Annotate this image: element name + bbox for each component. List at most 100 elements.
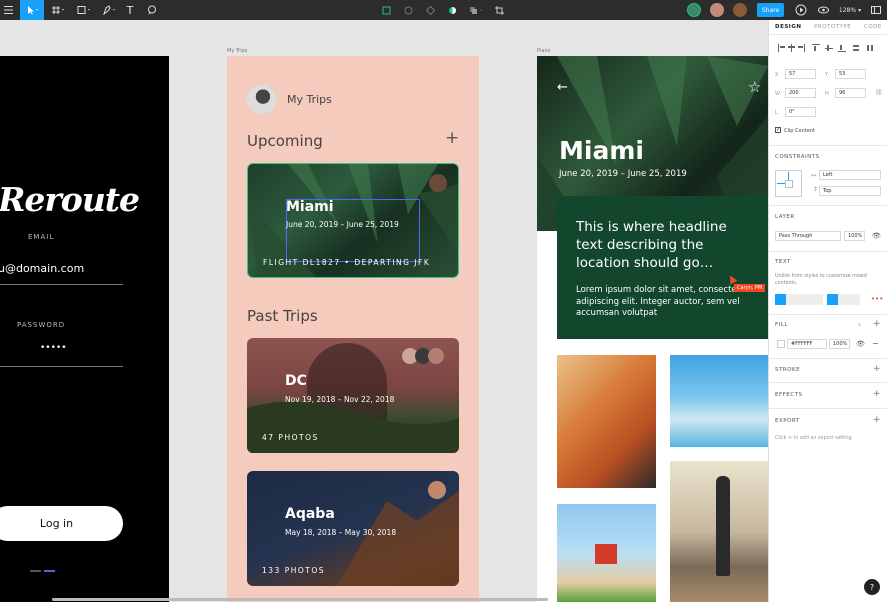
clip-content-checkbox[interactable]: ✓ bbox=[775, 127, 781, 133]
constrain-proportions-icon[interactable]: ⛓ bbox=[875, 89, 883, 96]
move-tool-icon[interactable] bbox=[20, 0, 44, 20]
login-frame[interactable]: Reroute EMAIL u@domain.com PASSWORD ••••… bbox=[0, 56, 169, 602]
text-align-left-icon[interactable] bbox=[775, 294, 786, 305]
horizontal-constraint-select[interactable]: Left bbox=[819, 170, 881, 180]
collaborator-avatar-3[interactable] bbox=[733, 3, 747, 17]
vertical-align-top-icon[interactable] bbox=[827, 294, 838, 305]
blend-mode-select[interactable]: Pass Through bbox=[775, 231, 841, 241]
rotation-input[interactable]: 0° bbox=[785, 107, 816, 117]
panel-toggle-icon[interactable] bbox=[868, 0, 884, 20]
y-input[interactable]: 53 bbox=[835, 69, 866, 79]
body-text: Lorem ipsum dolor sit amet, consectetur … bbox=[576, 285, 749, 318]
add-fill-icon[interactable]: + bbox=[873, 320, 881, 329]
chevron-down-icon: ▾ bbox=[858, 6, 862, 14]
avatar[interactable] bbox=[247, 85, 276, 114]
login-button[interactable]: Log in bbox=[0, 506, 123, 541]
align-icons[interactable] bbox=[777, 43, 887, 53]
past-trip-card[interactable]: DC Nov 19, 2018 – Nov 22, 2018 47 PHOTOS bbox=[247, 338, 459, 453]
tower-shape bbox=[595, 544, 617, 564]
fill-opacity-input[interactable]: 100% bbox=[829, 339, 850, 349]
photo-lifeguard-tower[interactable] bbox=[557, 504, 656, 602]
visibility-eye-icon[interactable]: 👁 bbox=[872, 232, 881, 240]
page-dot bbox=[30, 570, 41, 572]
photo-beach-umbrellas[interactable] bbox=[670, 355, 768, 447]
present-icon[interactable] bbox=[793, 0, 809, 20]
text-tool-icon[interactable]: T bbox=[123, 0, 137, 20]
menu-icon[interactable] bbox=[0, 0, 16, 20]
remove-fill-icon[interactable]: − bbox=[872, 339, 879, 348]
add-effect-icon[interactable]: + bbox=[873, 390, 881, 399]
vertical-constraint-select[interactable]: Top bbox=[819, 186, 881, 196]
favorite-star-icon[interactable]: ☆ bbox=[748, 78, 761, 96]
union-icon[interactable] bbox=[466, 0, 486, 20]
logo: Reroute bbox=[0, 180, 140, 219]
x-label: X bbox=[775, 72, 779, 78]
upcoming-card-dates: June 20, 2019 – June 25, 2019 bbox=[286, 220, 399, 229]
shape-tool-icon[interactable] bbox=[74, 0, 94, 20]
constraint-top-line bbox=[788, 172, 789, 180]
photo-abstract[interactable] bbox=[557, 355, 656, 488]
w-label: W bbox=[775, 91, 780, 97]
past-card-photos: 133 PHOTOS bbox=[262, 566, 326, 575]
password-label: PASSWORD bbox=[17, 321, 66, 329]
boolean-icon[interactable] bbox=[424, 0, 436, 20]
mask-icon[interactable] bbox=[402, 0, 414, 20]
vertical-align-group[interactable] bbox=[827, 294, 860, 305]
headline-text: This is where headline text describing t… bbox=[576, 219, 727, 271]
fill-visibility-eye-icon[interactable]: 👁 bbox=[856, 340, 865, 348]
vertical-constraint-icon: ↕ bbox=[813, 186, 819, 193]
constraints-inner-box bbox=[785, 180, 793, 188]
trip-avatar bbox=[428, 348, 444, 364]
divider bbox=[769, 314, 887, 315]
trips-header-title: My Trips bbox=[287, 93, 332, 106]
zoom-select[interactable]: 128% ▾ bbox=[836, 0, 864, 20]
export-note: Click + to add an export setting bbox=[775, 436, 852, 441]
crop-icon[interactable] bbox=[493, 0, 505, 20]
photo-person[interactable] bbox=[670, 461, 768, 602]
canvas-scrollbar[interactable] bbox=[52, 598, 548, 601]
divider bbox=[769, 205, 887, 206]
add-stroke-icon[interactable]: + bbox=[873, 365, 881, 374]
divider bbox=[769, 408, 887, 409]
h-input[interactable]: 96 bbox=[835, 88, 866, 98]
add-export-icon[interactable]: + bbox=[873, 416, 881, 425]
constraint-left-line bbox=[777, 183, 785, 184]
constraints-widget[interactable] bbox=[775, 170, 802, 197]
plans-frame[interactable]: ← ☆ Miami June 20, 2019 – June 25, 2019 … bbox=[537, 56, 768, 602]
back-arrow-icon[interactable]: ← bbox=[557, 80, 568, 95]
plans-dates: June 20, 2019 – June 25, 2019 bbox=[559, 169, 687, 179]
past-trip-card[interactable]: Aqaba May 18, 2018 – May 30, 2018 133 PH… bbox=[247, 471, 459, 586]
more-options-icon[interactable]: ••• bbox=[871, 295, 883, 303]
help-button[interactable]: ? bbox=[864, 579, 880, 595]
rotation-label: L bbox=[775, 110, 778, 116]
view-icon[interactable] bbox=[815, 0, 831, 20]
tab-prototype[interactable]: PROTOTYPE bbox=[814, 24, 851, 30]
w-input[interactable]: 200 bbox=[785, 88, 816, 98]
pen-tool-icon[interactable] bbox=[99, 0, 119, 20]
add-trip-icon[interactable]: + bbox=[445, 130, 459, 147]
share-button[interactable]: Share bbox=[757, 3, 784, 17]
frame-tool-icon[interactable] bbox=[48, 0, 68, 20]
layer-heading: LAYER bbox=[775, 214, 795, 220]
comment-tool-icon[interactable] bbox=[145, 0, 159, 20]
collaborator-avatar-2[interactable] bbox=[710, 3, 724, 17]
fill-styles-icon[interactable]: ⁘ bbox=[857, 322, 862, 329]
password-field[interactable]: ••••• bbox=[40, 343, 67, 353]
tab-design[interactable]: DESIGN bbox=[775, 24, 801, 30]
component-icon[interactable] bbox=[380, 0, 392, 20]
upcoming-trip-card[interactable]: Miami June 20, 2019 – June 25, 2019 FLIG… bbox=[247, 163, 459, 278]
collaborator-avatar-1[interactable] bbox=[687, 3, 701, 17]
x-input[interactable]: 57 bbox=[785, 69, 816, 79]
layer-opacity-input[interactable]: 100% bbox=[844, 231, 865, 241]
person-figure bbox=[716, 476, 730, 576]
contrast-icon[interactable] bbox=[446, 0, 458, 20]
email-field[interactable]: u@domain.com bbox=[0, 262, 84, 275]
fill-hex-input[interactable]: #FFFFFF bbox=[787, 339, 827, 349]
fill-color-swatch[interactable] bbox=[777, 340, 785, 348]
frame-label-plans[interactable]: Plans bbox=[537, 48, 550, 54]
text-align-group[interactable] bbox=[775, 294, 823, 305]
frame-label-trips[interactable]: My Trips bbox=[227, 48, 247, 54]
password-underline bbox=[0, 366, 123, 367]
tab-code[interactable]: CODE bbox=[864, 24, 882, 30]
trips-frame[interactable]: My Trips Upcoming + Miami June 20, 2019 … bbox=[227, 56, 479, 602]
